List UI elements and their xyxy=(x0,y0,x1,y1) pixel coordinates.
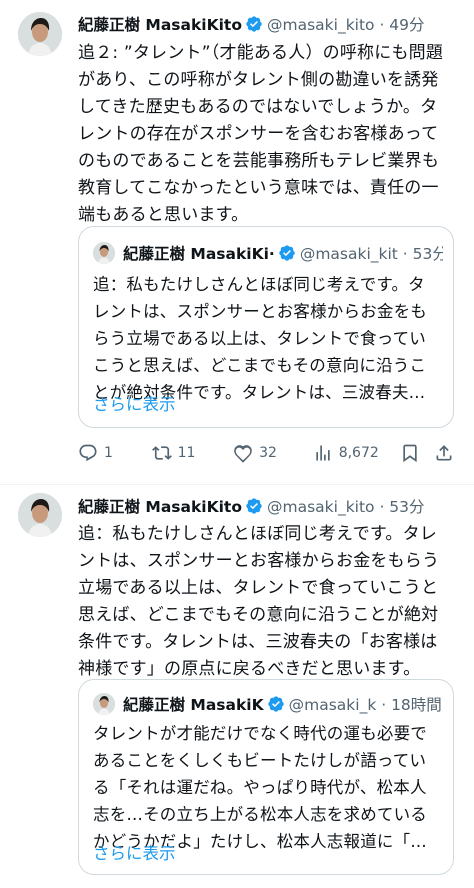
author-handle-time[interactable]: @masaki_kito · 49分 xyxy=(267,13,425,35)
bookmark-button[interactable] xyxy=(400,443,434,463)
quoted-tweet-header: 紀藤正樹 MasakiK @masaki_k · 18時間 xyxy=(93,692,443,716)
quoted-tweet[interactable]: 紀藤正樹 MasakiKi· @masaki_kit · 53分 追：私もたけし… xyxy=(78,226,454,428)
retweet-icon xyxy=(151,446,172,460)
share-icon xyxy=(436,445,452,461)
quoted-author-handle-time: @masaki_k · 18時間 xyxy=(288,696,442,714)
quoted-tweet-header: 紀藤正樹 MasakiKi· @masaki_kit · 53分 xyxy=(93,241,443,265)
verified-badge-icon xyxy=(267,695,285,713)
author-name[interactable]: 紀藤正樹 MasakiKito xyxy=(78,495,242,517)
tweet-text: 追：私もたけしさんとほぼ同じ考えです。タレ ントは、スポンサーとお客様からお金を… xyxy=(78,524,440,679)
quoted-tweet[interactable]: 紀藤正樹 MasakiK @masaki_k · 18時間 タレントが才能だけで… xyxy=(78,679,454,875)
quoted-author-name: 紀藤正樹 MasakiKi· xyxy=(123,245,275,263)
tweet-actions: 1 11 32 8,672 xyxy=(78,438,454,468)
quoted-author-avatar xyxy=(93,693,115,715)
quoted-author-name: 紀藤正樹 MasakiK xyxy=(123,696,264,714)
reply-icon xyxy=(79,444,97,462)
views-count: 8,672 xyxy=(338,445,379,461)
like-count: 32 xyxy=(259,445,277,461)
show-more-link[interactable]: さらに表示 xyxy=(93,391,176,415)
views-button[interactable]: 8,672 xyxy=(313,443,401,463)
bookmark-icon xyxy=(403,444,417,463)
author-handle-time[interactable]: @masaki_kito · 53分 xyxy=(267,495,425,517)
like-button[interactable]: 32 xyxy=(233,443,313,463)
tweet-divider xyxy=(0,484,474,485)
quoted-tweet-text: タレントが才能だけでなく時代の運も必要で あることをくしくもビートたけしが語って… xyxy=(93,724,427,851)
author-avatar[interactable] xyxy=(18,493,62,537)
quoted-author-handle-time: @masaki_kit · 53分 xyxy=(299,245,443,263)
tweet-text: 追２: ”タレント”（才能ある人）の呼称にも問題 があり、この呼称がタレント側の… xyxy=(78,43,444,225)
retweet-button[interactable]: 11 xyxy=(151,443,234,463)
tweet-header: 紀藤正樹 MasakiKito @masaki_kito · 53分 xyxy=(78,494,462,518)
author-avatar[interactable] xyxy=(18,12,62,56)
verified-badge-icon xyxy=(245,497,263,515)
show-more-link[interactable]: さらに表示 xyxy=(93,840,176,864)
reply-button[interactable]: 1 xyxy=(78,443,152,463)
author-name[interactable]: 紀藤正樹 MasakiKito xyxy=(78,13,242,35)
quoted-author-avatar xyxy=(93,242,115,264)
verified-badge-icon xyxy=(245,15,263,33)
reply-count: 1 xyxy=(104,445,113,461)
views-chart-icon xyxy=(316,445,330,461)
verified-badge-icon xyxy=(278,244,296,262)
quoted-tweet-text: 追：私もたけしさんとほぼ同じ考えです。タ レントは、スポンサーとお客様からお金を… xyxy=(93,275,427,402)
retweet-count: 11 xyxy=(177,445,196,461)
heart-icon xyxy=(234,445,252,463)
tweet-header: 紀藤正樹 MasakiKito @masaki_kito · 49分 xyxy=(78,12,462,36)
share-button[interactable] xyxy=(434,443,454,463)
